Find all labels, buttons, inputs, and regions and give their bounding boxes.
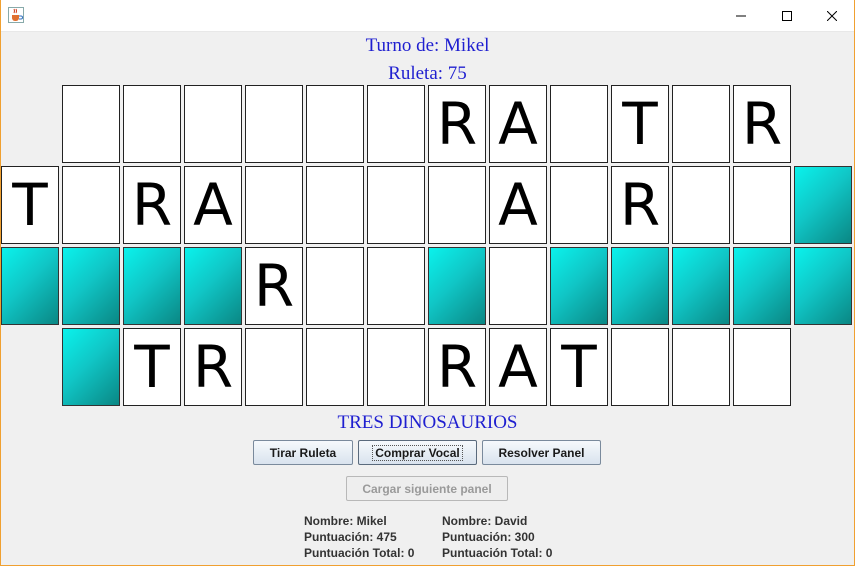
board-tile-unused xyxy=(733,247,791,325)
board-tile: R xyxy=(123,166,181,244)
board-tile: T xyxy=(1,166,59,244)
tile-letter: A xyxy=(498,333,538,401)
board-tile xyxy=(245,85,303,163)
board-tile xyxy=(550,85,608,163)
board-tile: R xyxy=(245,247,303,325)
board-tile xyxy=(245,166,303,244)
tile-letter: R xyxy=(741,90,783,158)
board-tile-unused xyxy=(550,247,608,325)
board-tile: A xyxy=(489,85,547,163)
board-tile xyxy=(184,85,242,163)
title-bar xyxy=(0,0,855,32)
player-card-1: Nombre: Mikel Puntuación: 475 Puntuación… xyxy=(304,513,414,561)
board-tile xyxy=(367,85,425,163)
board-tile: T xyxy=(611,85,669,163)
board-tile xyxy=(367,247,425,325)
board-tile: R xyxy=(428,85,486,163)
board-tile-unused xyxy=(123,247,181,325)
board-tile-unused xyxy=(794,247,852,325)
board-tile: A xyxy=(489,166,547,244)
board-tile xyxy=(672,166,730,244)
close-button[interactable] xyxy=(809,0,855,31)
board-tile xyxy=(611,328,669,406)
solve-panel-button[interactable]: Resolver Panel xyxy=(482,440,601,465)
player-name: Nombre: Mikel xyxy=(304,514,387,528)
board-tile xyxy=(367,166,425,244)
board-tile xyxy=(367,328,425,406)
minimize-button[interactable] xyxy=(718,0,764,31)
board-tile xyxy=(62,166,120,244)
board-tile: R xyxy=(611,166,669,244)
board-tile xyxy=(306,166,364,244)
tile-letter: A xyxy=(193,171,233,239)
board-tile: T xyxy=(550,328,608,406)
board-tile xyxy=(123,85,181,163)
board-tile xyxy=(306,247,364,325)
tile-letter: A xyxy=(498,90,538,158)
board-tile-unused xyxy=(794,166,852,244)
spin-wheel-button[interactable]: Tirar Ruleta xyxy=(253,440,353,465)
board-tile xyxy=(489,247,547,325)
board-tile xyxy=(672,85,730,163)
board-tile: A xyxy=(184,166,242,244)
board-tile xyxy=(306,328,364,406)
board-tile xyxy=(62,85,120,163)
board-tile xyxy=(245,328,303,406)
board-tile-unused xyxy=(62,328,120,406)
player-score: Puntuación: 300 xyxy=(442,530,535,544)
tile-letter: T xyxy=(561,333,597,401)
close-icon xyxy=(827,10,837,21)
minimize-icon xyxy=(736,15,746,16)
player-name: Nombre: David xyxy=(442,514,528,528)
turn-label: Turno de: Mikel xyxy=(365,35,490,56)
player-score: Puntuación: 475 xyxy=(304,530,397,544)
board-tile-unused xyxy=(1,247,59,325)
clue-label: TRES DINOSAURIOS xyxy=(337,412,518,433)
maximize-icon xyxy=(782,10,792,21)
board-tile xyxy=(733,328,791,406)
player-total-score: Puntuación Total: 0 xyxy=(304,546,415,560)
board-tile-unused xyxy=(184,247,242,325)
tile-letter: T xyxy=(134,333,170,401)
tile-letter: R xyxy=(436,333,478,401)
tile-letter: T xyxy=(622,90,658,158)
board-tile xyxy=(550,166,608,244)
tile-letter: R xyxy=(253,252,295,320)
board-tile-unused xyxy=(428,247,486,325)
maximize-button[interactable] xyxy=(764,0,810,31)
board-tile-unused xyxy=(672,247,730,325)
java-cup-icon xyxy=(8,7,24,23)
tile-letter: R xyxy=(436,90,478,158)
board-tile: T xyxy=(123,328,181,406)
board-tile-unused xyxy=(611,247,669,325)
board-tile: A xyxy=(489,328,547,406)
board-tile xyxy=(306,85,364,163)
tile-letter: R xyxy=(192,333,234,401)
player-card-2: Nombre: David Puntuación: 300 Puntuación… xyxy=(442,513,552,561)
board-tile xyxy=(672,328,730,406)
tile-letter: A xyxy=(498,171,538,239)
board-tile xyxy=(733,166,791,244)
load-next-panel-button[interactable]: Cargar siguiente panel xyxy=(346,476,508,501)
buy-vowel-button[interactable]: Comprar Vocal xyxy=(358,440,477,465)
tile-letter: R xyxy=(619,171,661,239)
tile-letter: R xyxy=(131,171,173,239)
board-tile: R xyxy=(733,85,791,163)
tile-letter: T xyxy=(12,171,48,239)
board-tile: R xyxy=(428,328,486,406)
board-tile xyxy=(428,166,486,244)
wheel-value-label: Ruleta: 75 xyxy=(388,63,467,84)
board-tile: R xyxy=(184,328,242,406)
player-total-score: Puntuación Total: 0 xyxy=(442,546,553,560)
board-tile-unused xyxy=(62,247,120,325)
